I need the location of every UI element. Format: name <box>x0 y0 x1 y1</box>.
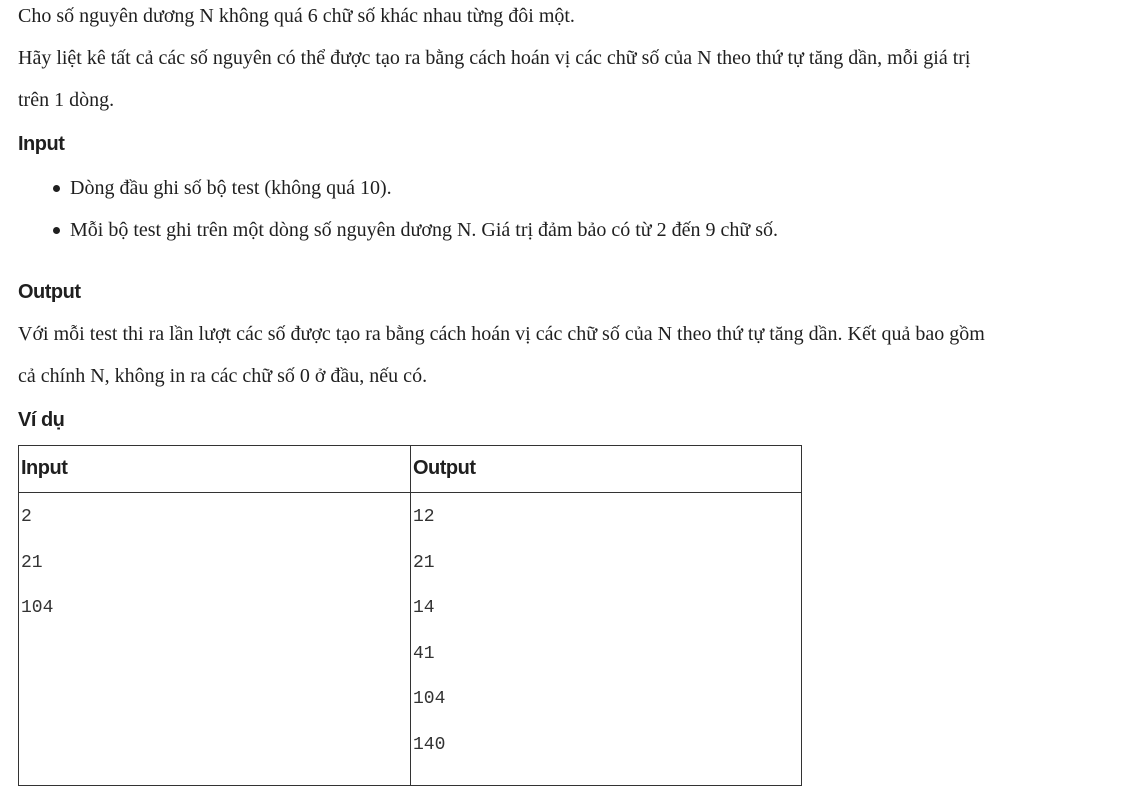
example-header-row: Input Output <box>18 445 802 493</box>
bullet-dot-icon <box>53 185 60 192</box>
input-heading: Input <box>18 133 65 155</box>
example-table: Input Output 2 21 104 12 21 14 41 104 14… <box>18 445 802 786</box>
input-bullet-text: Dòng đầu ghi số bộ test (không quá 10). <box>70 177 392 199</box>
example-output-line: 104 <box>413 689 446 709</box>
example-output-line: 21 <box>413 552 435 573</box>
example-output-line: 12 <box>413 507 435 527</box>
example-input-line: 21 <box>21 552 43 573</box>
example-input-cell: 2 21 104 <box>18 492 411 786</box>
input-bullet-text: Mỗi bộ test ghi trên một dòng số nguyên … <box>70 219 779 241</box>
example-body-row: 2 21 104 12 21 14 41 104 140 <box>18 492 802 786</box>
example-output-line: 140 <box>413 734 446 755</box>
example-input-column-header: Input <box>18 445 411 493</box>
input-bullet-item: Mỗi bộ test ghi trên một dòng số nguyên … <box>18 216 778 258</box>
statement-intro: Cho số nguyên dương N không quá 6 chữ số… <box>18 5 575 27</box>
example-input-line: 2 <box>21 507 32 527</box>
example-heading: Ví dụ <box>18 409 65 431</box>
output-heading: Output <box>18 281 81 303</box>
statement-description-line-1: Hãy liệt kê tất cả các số nguyên có thể … <box>18 47 971 69</box>
example-output-cell: 12 21 14 41 104 140 <box>410 492 802 786</box>
example-input-line: 104 <box>21 598 54 618</box>
output-description-line-1: Với mỗi test thi ra lần lượt các số được… <box>18 323 985 345</box>
example-output-line: 14 <box>413 598 435 618</box>
input-bullet-list: Dòng đầu ghi số bộ test (không quá 10). … <box>18 174 778 258</box>
bullet-dot-icon <box>53 227 60 234</box>
output-description-line-2: cả chính N, không in ra các chữ số 0 ở đ… <box>18 365 428 387</box>
statement-description-line-2: trên 1 dòng. <box>18 89 115 111</box>
input-bullet-item: Dòng đầu ghi số bộ test (không quá 10). <box>18 174 778 216</box>
example-output-line: 41 <box>413 643 435 664</box>
example-output-column-header: Output <box>410 445 802 493</box>
